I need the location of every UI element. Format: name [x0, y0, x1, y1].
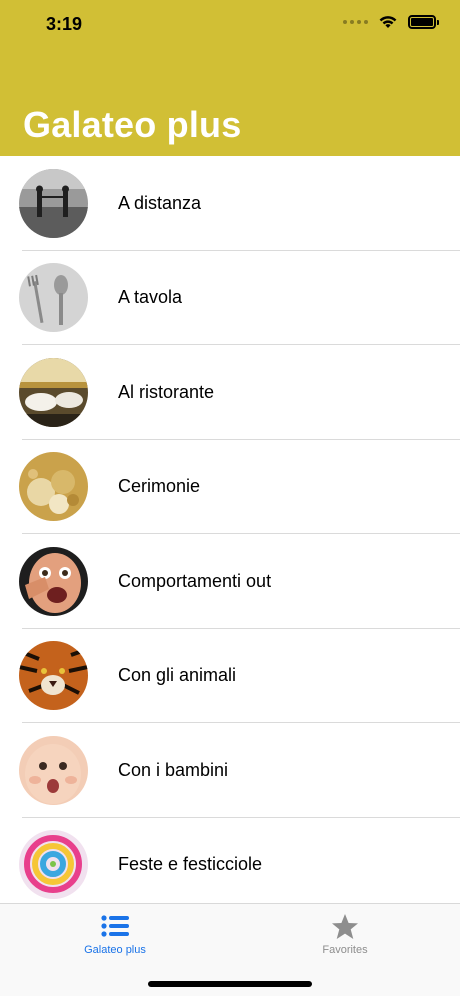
baby-photo-icon	[19, 735, 88, 805]
home-indicator	[148, 981, 312, 987]
list-item-label: Cerimonie	[118, 476, 201, 497]
status-time: 3:19	[46, 14, 83, 34]
navigation-header: 3:19 Galateo plus	[0, 0, 460, 156]
list-item[interactable]: Con gli animali	[0, 629, 460, 723]
category-list: A distanza A tavola Al ristorante Cerimo…	[0, 156, 460, 903]
list-item[interactable]: Cerimonie	[0, 440, 460, 534]
list-item[interactable]: Con i bambini	[0, 723, 460, 818]
tab-label: Galateo plus	[84, 944, 146, 956]
list-item-label: Con i bambini	[118, 759, 229, 780]
cutlery-photo-icon	[19, 263, 88, 333]
list-item[interactable]: A tavola	[0, 251, 460, 345]
tab-label: Favorites	[322, 944, 368, 956]
page-title: Galateo plus	[23, 104, 242, 145]
star-icon	[265, 912, 425, 940]
candy-photo-icon	[19, 830, 88, 900]
list-item-label: A tavola	[118, 287, 183, 308]
list-item[interactable]: Comportamenti out	[0, 534, 460, 629]
list-item-label: Comportamenti out	[118, 570, 272, 591]
ceremony-photo-icon	[19, 452, 88, 522]
tiger-photo-icon	[19, 641, 88, 711]
battery-icon	[408, 14, 439, 29]
list-item-label: A distanza	[118, 192, 202, 213]
shocked-face-photo-icon	[19, 546, 88, 616]
status-indicators	[343, 14, 439, 29]
list-icon	[35, 912, 195, 940]
couple-photo-icon	[19, 168, 88, 238]
list-item-label: Feste e festicciole	[118, 854, 263, 875]
list-item[interactable]: Al ristorante	[0, 345, 460, 440]
list-item[interactable]: A distanza	[0, 156, 460, 251]
restaurant-photo-icon	[19, 357, 88, 427]
cellular-signal-icon	[343, 19, 368, 24]
list-item-label: Al ristorante	[118, 381, 215, 402]
tab-favorites[interactable]: Favorites	[265, 912, 425, 956]
wifi-icon	[379, 16, 397, 28]
tab-galateo-plus[interactable]: Galateo plus	[35, 912, 195, 956]
list-item-label: Con gli animali	[118, 665, 237, 686]
list-item[interactable]: Feste e festicciole	[0, 818, 460, 904]
